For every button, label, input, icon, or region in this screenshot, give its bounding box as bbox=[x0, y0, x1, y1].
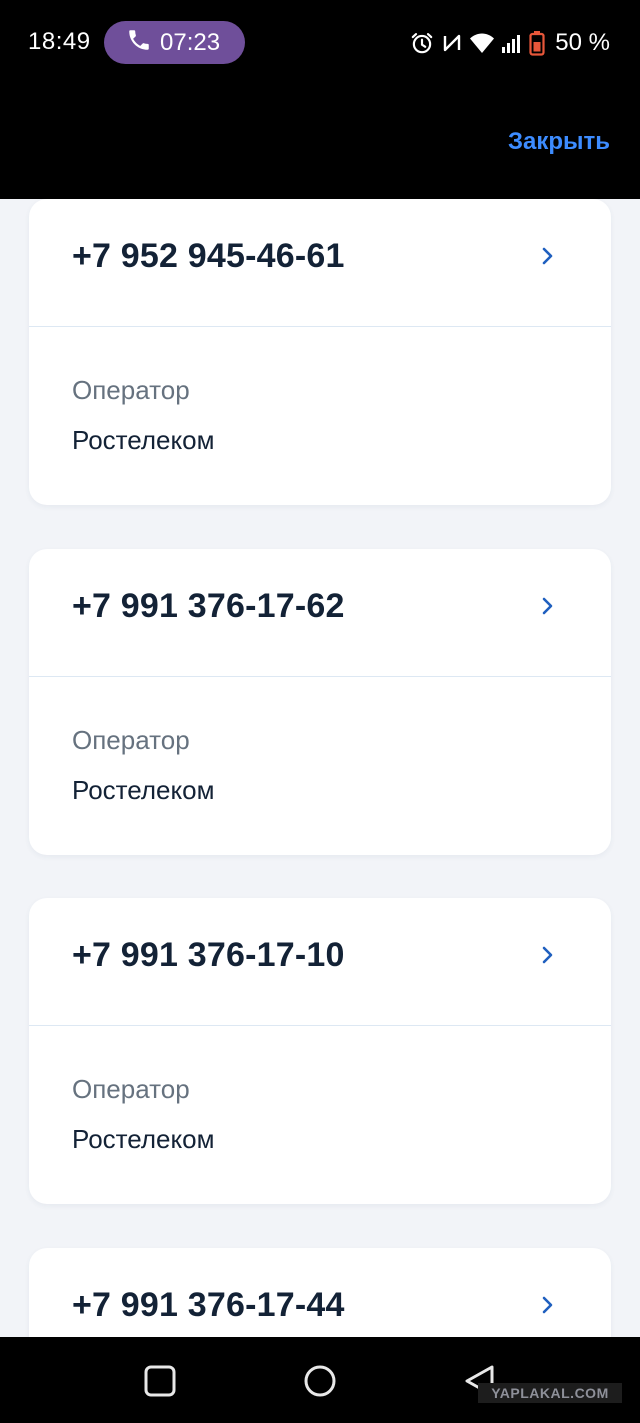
status-time: 18:49 bbox=[28, 28, 91, 55]
phone-icon bbox=[126, 27, 152, 58]
phone-card-header[interactable]: +7 991 376-17-10 bbox=[29, 898, 611, 1026]
nfc-icon bbox=[441, 31, 463, 55]
recents-icon[interactable] bbox=[142, 1363, 178, 1399]
phone-card: +7 991 376-17-44 bbox=[29, 1248, 611, 1337]
navigation-bar bbox=[0, 1337, 640, 1423]
status-bar: 18:49 07:23 50 % bbox=[0, 0, 640, 88]
phone-card-body: Оператор Ростелеком bbox=[29, 327, 611, 505]
phone-card-header[interactable]: +7 991 376-17-44 bbox=[29, 1248, 611, 1337]
chevron-right-icon bbox=[542, 1296, 553, 1314]
battery-percent: 50 % bbox=[555, 29, 610, 56]
ongoing-call-chip[interactable]: 07:23 bbox=[104, 21, 245, 64]
phone-list[interactable]: +7 952 945-46-61 Оператор Ростелеком +7 … bbox=[0, 199, 640, 1337]
phone-number: +7 991 376-17-44 bbox=[72, 1286, 345, 1324]
close-button[interactable]: Закрыть bbox=[508, 128, 610, 156]
phone-card: +7 991 376-17-62 Оператор Ростелеком bbox=[29, 549, 611, 855]
battery-icon bbox=[529, 30, 545, 56]
phone-card-header[interactable]: +7 991 376-17-62 bbox=[29, 549, 611, 677]
phone-number: +7 952 945-46-61 bbox=[72, 237, 345, 275]
status-icons: 50 % bbox=[409, 28, 610, 58]
top-header: Закрыть bbox=[0, 88, 640, 199]
chevron-right-icon bbox=[542, 946, 553, 964]
phone-card-header[interactable]: +7 952 945-46-61 bbox=[29, 199, 611, 327]
chevron-right-icon bbox=[542, 247, 553, 265]
call-duration: 07:23 bbox=[160, 28, 221, 56]
wifi-icon bbox=[469, 32, 495, 54]
phone-number: +7 991 376-17-62 bbox=[72, 587, 345, 625]
watermark: YAPLAKAL.COM bbox=[478, 1383, 622, 1403]
phone-card-body: Оператор Ростелеком bbox=[29, 1026, 611, 1204]
signal-icon bbox=[501, 32, 523, 54]
chevron-right-icon bbox=[542, 597, 553, 615]
phone-number: +7 991 376-17-10 bbox=[72, 936, 345, 974]
phone-card: +7 952 945-46-61 Оператор Ростелеком bbox=[29, 199, 611, 505]
home-icon[interactable] bbox=[302, 1363, 338, 1399]
operator-label: Оператор bbox=[72, 1074, 190, 1104]
phone-card: +7 991 376-17-10 Оператор Ростелеком bbox=[29, 898, 611, 1204]
operator-value: Ростелеком bbox=[72, 425, 215, 455]
operator-value: Ростелеком bbox=[72, 1124, 215, 1154]
alarm-icon bbox=[409, 30, 435, 56]
screen: 18:49 07:23 50 % Закрыть +7 952 945-46-6… bbox=[0, 0, 640, 1423]
operator-label: Оператор bbox=[72, 375, 190, 405]
operator-label: Оператор bbox=[72, 725, 190, 755]
operator-value: Ростелеком bbox=[72, 775, 215, 805]
phone-card-body: Оператор Ростелеком bbox=[29, 677, 611, 855]
